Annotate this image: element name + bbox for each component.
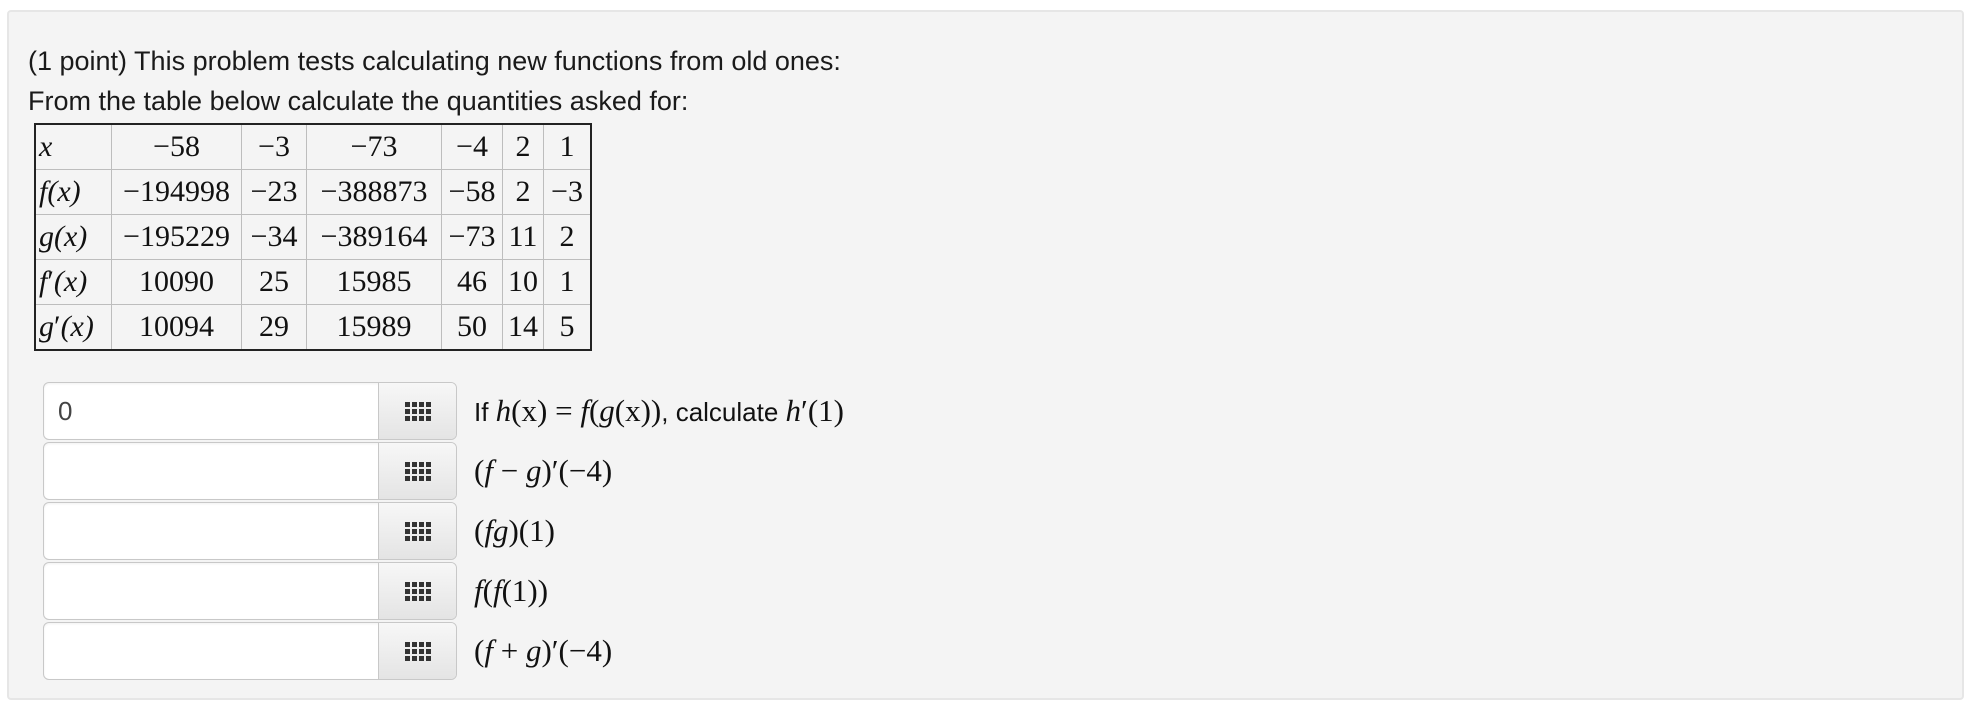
question-row-4: f(f(1)) xyxy=(43,562,1043,620)
table-row-g: g(x) −195229 −34 −389164 −73 11 2 xyxy=(34,214,592,260)
table-cell: −34 xyxy=(241,214,307,260)
problem-instruction: From the table below calculate the quant… xyxy=(28,86,689,116)
table-row-g-prime: g′(x) 10094 29 15989 50 14 5 xyxy=(34,304,592,351)
question-prompt-3: (fg)(1) xyxy=(474,513,555,548)
answer-box-3 xyxy=(43,502,457,560)
table-header-x: x xyxy=(34,123,112,170)
answer-box-4 xyxy=(43,562,457,620)
table-header-cell: −73 xyxy=(306,123,442,170)
row-label-g-prime: g′(x) xyxy=(34,304,112,351)
table-row-f-prime: f′(x) 10090 25 15985 46 10 1 xyxy=(34,259,592,305)
grid-icon xyxy=(404,581,431,601)
table-header-cell: −4 xyxy=(441,123,503,170)
table-cell: −58 xyxy=(441,169,503,215)
table-cell: −389164 xyxy=(306,214,442,260)
answer-input-4[interactable] xyxy=(44,563,380,619)
table-cell: 10094 xyxy=(111,304,242,351)
question-row-5: (f + g)′(−4) xyxy=(43,622,1043,680)
equation-palette-button-4[interactable] xyxy=(378,563,456,619)
grid-icon xyxy=(404,641,431,661)
answer-input-1[interactable] xyxy=(44,383,380,439)
table-cell: −23 xyxy=(241,169,307,215)
question-row-2: (f − g)′(−4) xyxy=(43,442,1043,500)
table-cell: 2 xyxy=(543,214,592,260)
question-row-3: (fg)(1) xyxy=(43,502,1043,560)
grid-icon xyxy=(404,461,431,481)
row-label-f-prime: f′(x) xyxy=(34,259,112,305)
answer-input-2[interactable] xyxy=(44,443,380,499)
table-cell: 15989 xyxy=(306,304,442,351)
answer-input-3[interactable] xyxy=(44,503,380,559)
grid-icon xyxy=(404,401,431,421)
table-cell: 10 xyxy=(502,259,544,305)
question-prompt-1: If h(x) = f(g(x)), calculate h′(1) xyxy=(474,393,844,428)
table-cell: −194998 xyxy=(111,169,242,215)
table-header-cell: 1 xyxy=(543,123,592,170)
equation-palette-button-1[interactable] xyxy=(378,383,456,439)
equation-palette-button-3[interactable] xyxy=(378,503,456,559)
table-header-cell: −3 xyxy=(241,123,307,170)
table-cell: 25 xyxy=(241,259,307,305)
table-cell: −195229 xyxy=(111,214,242,260)
table-cell: −3 xyxy=(543,169,592,215)
table-cell: 10090 xyxy=(111,259,242,305)
table-cell: 50 xyxy=(441,304,503,351)
answer-input-5[interactable] xyxy=(44,623,380,679)
row-label-f: f(x) xyxy=(34,169,112,215)
table-cell: −388873 xyxy=(306,169,442,215)
question-prompt-2: (f − g)′(−4) xyxy=(474,453,613,488)
equation-palette-button-2[interactable] xyxy=(378,443,456,499)
table-header-cell: 2 xyxy=(502,123,544,170)
grid-icon xyxy=(404,521,431,541)
question-prompt-4: f(f(1)) xyxy=(474,573,549,608)
table-cell: 14 xyxy=(502,304,544,351)
table-cell: 29 xyxy=(241,304,307,351)
table-cell: 2 xyxy=(502,169,544,215)
function-values-table: x −58 −3 −73 −4 2 1 f(x) −194998 −23 −38… xyxy=(34,123,592,351)
answer-box-1 xyxy=(43,382,457,440)
row-label-g: g(x) xyxy=(34,214,112,260)
equation-palette-button-5[interactable] xyxy=(378,623,456,679)
table-cell: 1 xyxy=(543,259,592,305)
problem-panel: (1 point) This problem tests calculating… xyxy=(7,10,1964,700)
table-header-row: x −58 −3 −73 −4 2 1 xyxy=(34,123,592,170)
table-cell: 5 xyxy=(543,304,592,351)
table-cell: −73 xyxy=(441,214,503,260)
table-cell: 46 xyxy=(441,259,503,305)
question-row-1: If h(x) = f(g(x)), calculate h′(1) xyxy=(43,382,1043,440)
table-header-cell: −58 xyxy=(111,123,242,170)
problem-intro: (1 point) This problem tests calculating… xyxy=(28,46,841,76)
table-row-f: f(x) −194998 −23 −388873 −58 2 −3 xyxy=(34,169,592,215)
answer-box-5 xyxy=(43,622,457,680)
answer-box-2 xyxy=(43,442,457,500)
table-cell: 11 xyxy=(502,214,544,260)
table-cell: 15985 xyxy=(306,259,442,305)
question-prompt-5: (f + g)′(−4) xyxy=(474,633,613,668)
